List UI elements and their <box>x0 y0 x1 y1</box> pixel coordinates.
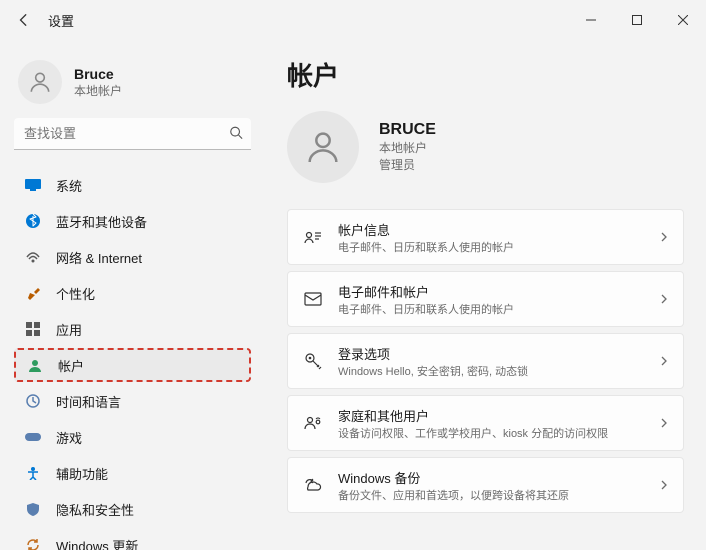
apps-icon <box>24 320 42 338</box>
close-icon <box>678 15 688 25</box>
arrow-left-icon <box>17 13 31 27</box>
shield-icon <box>24 500 42 518</box>
sidebar-item-label: 时间和语言 <box>56 392 121 411</box>
id-card-icon <box>302 226 324 248</box>
accessibility-icon <box>24 464 42 482</box>
card-title: 登录选项 <box>338 344 659 363</box>
card-family-users[interactable]: 家庭和其他用户 设备访问权限、工作或学校用户、kiosk 分配的访问权限 <box>287 395 684 451</box>
close-button[interactable] <box>660 4 706 36</box>
window-controls <box>568 4 706 36</box>
search-input[interactable] <box>14 118 251 150</box>
settings-cards: 帐户信息 电子邮件、日历和联系人使用的帐户 电子邮件和帐户 电子邮件、日历和联系… <box>287 209 684 513</box>
update-icon <box>24 536 42 550</box>
user-avatar <box>18 60 62 104</box>
sidebar-item-label: 系统 <box>56 176 82 195</box>
person-icon <box>303 127 343 167</box>
card-desc: Windows Hello, 安全密钥, 密码, 动态锁 <box>338 363 659 379</box>
titlebar: 设置 <box>0 0 706 40</box>
window-title: 设置 <box>48 11 74 30</box>
system-icon <box>24 176 42 194</box>
sidebar-item-label: 帐户 <box>58 356 84 375</box>
key-icon <box>302 350 324 372</box>
back-button[interactable] <box>12 8 36 32</box>
sidebar-item-accessibility[interactable]: 辅助功能 <box>14 456 251 490</box>
card-title: 帐户信息 <box>338 220 659 239</box>
chevron-right-icon <box>659 230 669 245</box>
person-icon <box>27 69 53 95</box>
card-desc: 电子邮件、日历和联系人使用的帐户 <box>338 239 659 255</box>
card-desc: 设备访问权限、工作或学校用户、kiosk 分配的访问权限 <box>338 425 659 441</box>
account-type: 本地帐户 <box>379 139 436 156</box>
chevron-right-icon <box>659 416 669 431</box>
card-signin-options[interactable]: 登录选项 Windows Hello, 安全密钥, 密码, 动态锁 <box>287 333 684 389</box>
sidebar-item-label: 辅助功能 <box>56 464 108 483</box>
nav-list: 系统 蓝牙和其他设备 网络 & Internet 个性化 应用 帐户 <box>14 168 251 550</box>
search-container <box>14 118 251 150</box>
card-windows-backup[interactable]: Windows 备份 备份文件、应用和首选项，以便跨设备将其还原 <box>287 457 684 513</box>
content-area: 帐户 BRUCE 本地帐户 管理员 帐户信息 电子邮件、日历和联系人使用的帐户 <box>265 40 706 550</box>
account-role: 管理员 <box>379 156 436 173</box>
card-desc: 电子邮件、日历和联系人使用的帐户 <box>338 301 659 317</box>
user-name: Bruce <box>74 66 122 82</box>
gaming-icon <box>24 428 42 446</box>
sidebar-item-windows-update[interactable]: Windows 更新 <box>14 528 251 550</box>
card-title: Windows 备份 <box>338 468 659 487</box>
sidebar: Bruce 本地帐户 系统 蓝牙和其他设备 网络 & Internet <box>0 40 265 550</box>
clock-icon <box>24 392 42 410</box>
sidebar-item-accounts[interactable]: 帐户 <box>14 348 251 382</box>
chevron-right-icon <box>659 354 669 369</box>
card-account-info[interactable]: 帐户信息 电子邮件、日历和联系人使用的帐户 <box>287 209 684 265</box>
account-name: BRUCE <box>379 121 436 139</box>
backup-icon <box>302 474 324 496</box>
page-title: 帐户 <box>287 56 684 93</box>
sidebar-item-label: 游戏 <box>56 428 82 447</box>
account-header: BRUCE 本地帐户 管理员 <box>287 111 684 183</box>
maximize-icon <box>632 15 642 25</box>
sidebar-item-privacy[interactable]: 隐私和安全性 <box>14 492 251 526</box>
sidebar-item-bluetooth[interactable]: 蓝牙和其他设备 <box>14 204 251 238</box>
sidebar-item-system[interactable]: 系统 <box>14 168 251 202</box>
network-icon <box>24 248 42 266</box>
sidebar-item-label: 隐私和安全性 <box>56 500 134 519</box>
search-icon <box>229 126 243 143</box>
minimize-icon <box>586 15 596 25</box>
sidebar-item-personalization[interactable]: 个性化 <box>14 276 251 310</box>
sidebar-item-label: Windows 更新 <box>56 536 138 550</box>
bluetooth-icon <box>24 212 42 230</box>
minimize-button[interactable] <box>568 4 614 36</box>
card-email-accounts[interactable]: 电子邮件和帐户 电子邮件、日历和联系人使用的帐户 <box>287 271 684 327</box>
card-title: 家庭和其他用户 <box>338 406 659 425</box>
card-desc: 备份文件、应用和首选项，以便跨设备将其还原 <box>338 487 659 503</box>
sidebar-item-gaming[interactable]: 游戏 <box>14 420 251 454</box>
chevron-right-icon <box>659 478 669 493</box>
card-title: 电子邮件和帐户 <box>338 282 659 301</box>
account-avatar[interactable] <box>287 111 359 183</box>
sidebar-item-label: 网络 & Internet <box>56 248 142 267</box>
account-icon <box>26 356 44 374</box>
mail-icon <box>302 288 324 310</box>
user-type: 本地帐户 <box>74 82 122 99</box>
family-icon <box>302 412 324 434</box>
sidebar-item-label: 蓝牙和其他设备 <box>56 212 147 231</box>
chevron-right-icon <box>659 292 669 307</box>
sidebar-item-label: 应用 <box>56 320 82 339</box>
sidebar-item-time-language[interactable]: 时间和语言 <box>14 384 251 418</box>
maximize-button[interactable] <box>614 4 660 36</box>
sidebar-item-network[interactable]: 网络 & Internet <box>14 240 251 274</box>
sidebar-item-label: 个性化 <box>56 284 95 303</box>
sidebar-item-apps[interactable]: 应用 <box>14 312 251 346</box>
brush-icon <box>24 284 42 302</box>
sidebar-profile[interactable]: Bruce 本地帐户 <box>18 60 247 104</box>
